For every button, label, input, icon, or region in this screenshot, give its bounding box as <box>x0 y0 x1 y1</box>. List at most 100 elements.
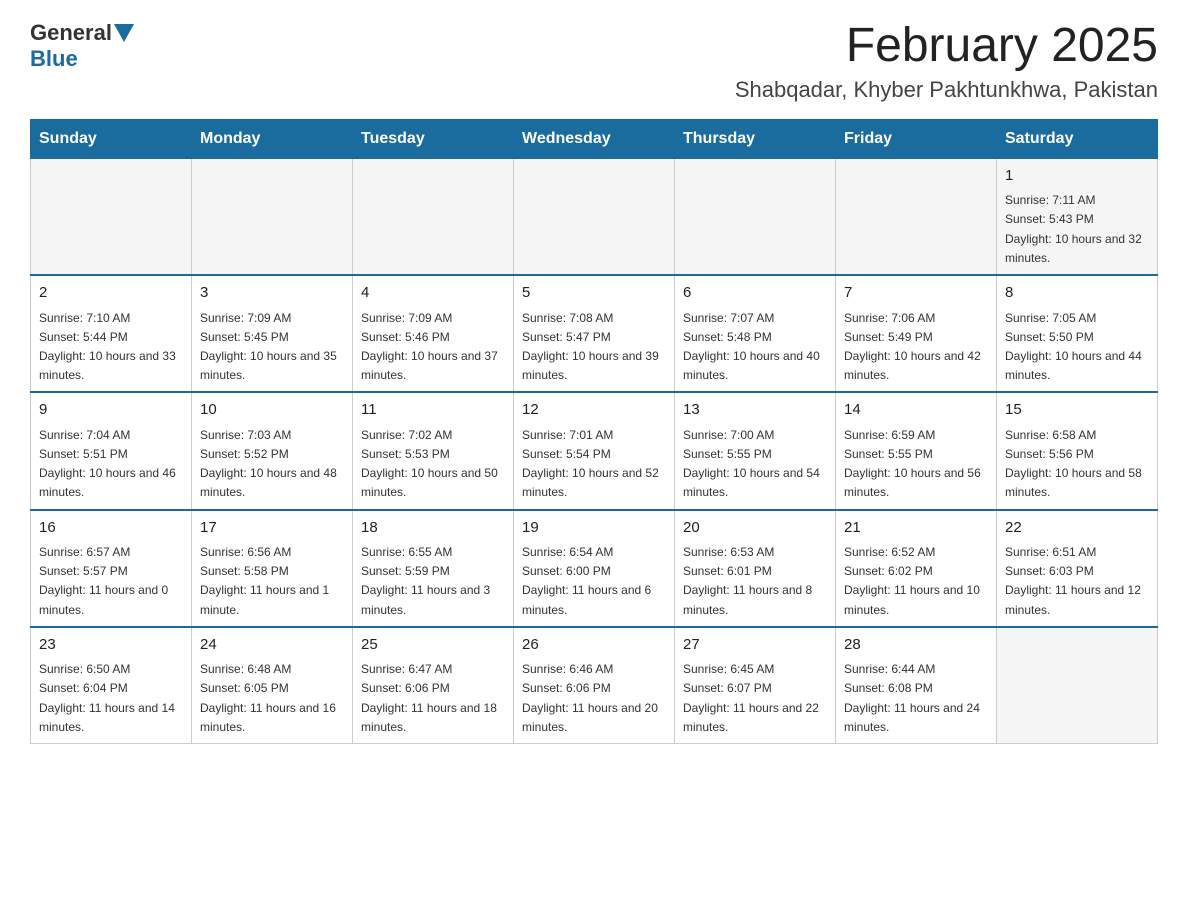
calendar-cell <box>997 627 1158 744</box>
day-number: 15 <box>1005 399 1149 422</box>
calendar-cell <box>31 158 192 275</box>
header-sunday: Sunday <box>31 119 192 158</box>
calendar-cell: 28 Sunrise: 6:44 AM Sunset: 6:08 PM Dayli… <box>836 627 997 744</box>
day-number: 25 <box>361 634 505 657</box>
day-info: Sunrise: 7:05 AM Sunset: 5:50 PM Dayligh… <box>1005 309 1149 386</box>
day-info: Sunrise: 6:52 AM Sunset: 6:02 PM Dayligh… <box>844 543 988 620</box>
day-info: Sunrise: 6:59 AM Sunset: 5:55 PM Dayligh… <box>844 426 988 503</box>
calendar-cell: 21 Sunrise: 6:52 AM Sunset: 6:02 PM Dayli… <box>836 510 997 627</box>
day-number: 26 <box>522 634 666 657</box>
day-number: 5 <box>522 282 666 305</box>
calendar-cell: 3Sunrise: 7:09 AM Sunset: 5:45 PM Daylig… <box>192 275 353 392</box>
page-header: General Blue February 2025 Shabqadar, Kh… <box>30 20 1158 103</box>
day-info: Sunrise: 6:54 AM Sunset: 6:00 PM Dayligh… <box>522 543 666 620</box>
header-tuesday: Tuesday <box>353 119 514 158</box>
day-number: 23 <box>39 634 183 657</box>
calendar-cell: 16 Sunrise: 6:57 AM Sunset: 5:57 PM Dayli… <box>31 510 192 627</box>
calendar-cell <box>353 158 514 275</box>
logo-blue-text: Blue <box>30 46 78 72</box>
title-block: February 2025 Shabqadar, Khyber Pakhtunk… <box>735 20 1158 103</box>
day-info: Sunrise: 6:56 AM Sunset: 5:58 PM Dayligh… <box>200 543 344 620</box>
calendar-table: SundayMondayTuesdayWednesdayThursdayFrid… <box>30 119 1158 744</box>
day-info: Sunrise: 6:58 AM Sunset: 5:56 PM Dayligh… <box>1005 426 1149 503</box>
calendar-body: 1 Sunrise: 7:11 AM Sunset: 5:43 PM Daylig… <box>31 158 1158 743</box>
header-thursday: Thursday <box>675 119 836 158</box>
header-wednesday: Wednesday <box>514 119 675 158</box>
calendar-cell: 27Sunrise: 6:45 AM Sunset: 6:07 PM Dayli… <box>675 627 836 744</box>
day-info: Sunrise: 7:02 AM Sunset: 5:53 PM Dayligh… <box>361 426 505 503</box>
day-number: 4 <box>361 282 505 305</box>
calendar-cell: 15 Sunrise: 6:58 AM Sunset: 5:56 PM Dayli… <box>997 392 1158 509</box>
calendar-row-5: 23Sunrise: 6:50 AM Sunset: 6:04 PM Dayli… <box>31 627 1158 744</box>
day-number: 28 <box>844 634 988 657</box>
day-number: 19 <box>522 517 666 540</box>
day-number: 16 <box>39 517 183 540</box>
calendar-cell: 24 Sunrise: 6:48 AM Sunset: 6:05 PM Dayli… <box>192 627 353 744</box>
day-number: 22 <box>1005 517 1149 540</box>
calendar-cell: 2 Sunrise: 7:10 AM Sunset: 5:44 PM Daylig… <box>31 275 192 392</box>
calendar-cell: 7Sunrise: 7:06 AM Sunset: 5:49 PM Daylig… <box>836 275 997 392</box>
day-info: Sunrise: 7:11 AM Sunset: 5:43 PM Dayligh… <box>1005 191 1149 268</box>
day-number: 17 <box>200 517 344 540</box>
calendar-row-4: 16 Sunrise: 6:57 AM Sunset: 5:57 PM Dayli… <box>31 510 1158 627</box>
day-info: Sunrise: 7:09 AM Sunset: 5:46 PM Dayligh… <box>361 309 505 386</box>
day-number: 10 <box>200 399 344 422</box>
calendar-cell: 13 Sunrise: 7:00 AM Sunset: 5:55 PM Dayli… <box>675 392 836 509</box>
day-info: Sunrise: 6:44 AM Sunset: 6:08 PM Dayligh… <box>844 660 988 737</box>
calendar-cell: 26 Sunrise: 6:46 AM Sunset: 6:06 PM Dayli… <box>514 627 675 744</box>
calendar-cell: 5 Sunrise: 7:08 AM Sunset: 5:47 PM Daylig… <box>514 275 675 392</box>
calendar-cell: 19 Sunrise: 6:54 AM Sunset: 6:00 PM Dayli… <box>514 510 675 627</box>
day-info: Sunrise: 6:48 AM Sunset: 6:05 PM Dayligh… <box>200 660 344 737</box>
day-info: Sunrise: 6:57 AM Sunset: 5:57 PM Dayligh… <box>39 543 183 620</box>
day-info: Sunrise: 7:00 AM Sunset: 5:55 PM Dayligh… <box>683 426 827 503</box>
day-number: 27 <box>683 634 827 657</box>
calendar-cell <box>836 158 997 275</box>
header-monday: Monday <box>192 119 353 158</box>
logo-general-text: General <box>30 20 112 46</box>
day-info: Sunrise: 6:55 AM Sunset: 5:59 PM Dayligh… <box>361 543 505 620</box>
calendar-cell: 17 Sunrise: 6:56 AM Sunset: 5:58 PM Dayli… <box>192 510 353 627</box>
logo-general: General <box>30 20 134 46</box>
day-number: 13 <box>683 399 827 422</box>
calendar-header: SundayMondayTuesdayWednesdayThursdayFrid… <box>31 119 1158 158</box>
logo: General Blue <box>30 20 134 72</box>
calendar-cell: 14Sunrise: 6:59 AM Sunset: 5:55 PM Dayli… <box>836 392 997 509</box>
day-number: 21 <box>844 517 988 540</box>
day-info: Sunrise: 6:53 AM Sunset: 6:01 PM Dayligh… <box>683 543 827 620</box>
calendar-cell: 12 Sunrise: 7:01 AM Sunset: 5:54 PM Dayli… <box>514 392 675 509</box>
day-info: Sunrise: 6:47 AM Sunset: 6:06 PM Dayligh… <box>361 660 505 737</box>
day-number: 20 <box>683 517 827 540</box>
logo-triangle-icon <box>114 24 134 42</box>
calendar-cell: 8 Sunrise: 7:05 AM Sunset: 5:50 PM Daylig… <box>997 275 1158 392</box>
day-number: 24 <box>200 634 344 657</box>
calendar-cell: 11Sunrise: 7:02 AM Sunset: 5:53 PM Dayli… <box>353 392 514 509</box>
day-info: Sunrise: 7:10 AM Sunset: 5:44 PM Dayligh… <box>39 309 183 386</box>
day-info: Sunrise: 6:46 AM Sunset: 6:06 PM Dayligh… <box>522 660 666 737</box>
day-info: Sunrise: 7:09 AM Sunset: 5:45 PM Dayligh… <box>200 309 344 386</box>
calendar-cell: 4 Sunrise: 7:09 AM Sunset: 5:46 PM Daylig… <box>353 275 514 392</box>
calendar-row-2: 2 Sunrise: 7:10 AM Sunset: 5:44 PM Daylig… <box>31 275 1158 392</box>
calendar-row-3: 9Sunrise: 7:04 AM Sunset: 5:51 PM Daylig… <box>31 392 1158 509</box>
calendar-cell: 25 Sunrise: 6:47 AM Sunset: 6:06 PM Dayli… <box>353 627 514 744</box>
location-title: Shabqadar, Khyber Pakhtunkhwa, Pakistan <box>735 77 1158 103</box>
day-number: 2 <box>39 282 183 305</box>
day-number: 1 <box>1005 165 1149 188</box>
day-info: Sunrise: 6:51 AM Sunset: 6:03 PM Dayligh… <box>1005 543 1149 620</box>
header-saturday: Saturday <box>997 119 1158 158</box>
calendar-cell: 9Sunrise: 7:04 AM Sunset: 5:51 PM Daylig… <box>31 392 192 509</box>
calendar-cell: 23Sunrise: 6:50 AM Sunset: 6:04 PM Dayli… <box>31 627 192 744</box>
header-friday: Friday <box>836 119 997 158</box>
day-number: 12 <box>522 399 666 422</box>
day-info: Sunrise: 7:07 AM Sunset: 5:48 PM Dayligh… <box>683 309 827 386</box>
day-number: 7 <box>844 282 988 305</box>
calendar-cell: 18 Sunrise: 6:55 AM Sunset: 5:59 PM Dayli… <box>353 510 514 627</box>
day-info: Sunrise: 7:01 AM Sunset: 5:54 PM Dayligh… <box>522 426 666 503</box>
calendar-cell: 10 Sunrise: 7:03 AM Sunset: 5:52 PM Dayli… <box>192 392 353 509</box>
day-number: 18 <box>361 517 505 540</box>
day-number: 8 <box>1005 282 1149 305</box>
day-info: Sunrise: 7:08 AM Sunset: 5:47 PM Dayligh… <box>522 309 666 386</box>
day-info: Sunrise: 7:03 AM Sunset: 5:52 PM Dayligh… <box>200 426 344 503</box>
calendar-cell <box>192 158 353 275</box>
calendar-row-1: 1 Sunrise: 7:11 AM Sunset: 5:43 PM Daylig… <box>31 158 1158 275</box>
calendar-cell <box>675 158 836 275</box>
